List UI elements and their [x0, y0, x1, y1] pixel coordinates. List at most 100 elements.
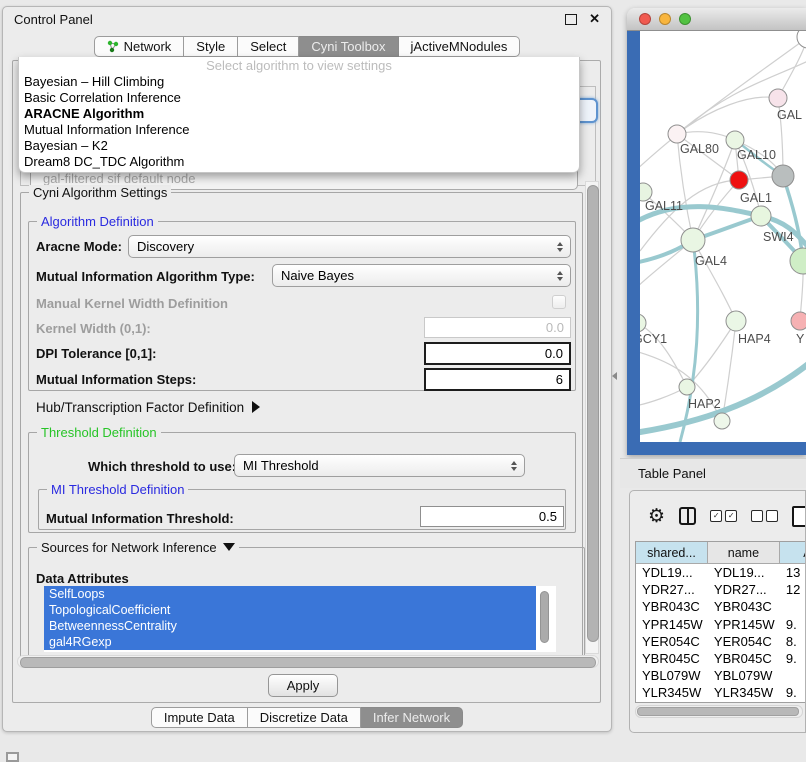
table-row[interactable]: YBR043CYBR043C	[636, 598, 806, 615]
tab-label: Discretize Data	[260, 710, 348, 725]
node-label-swi4: SWI4	[763, 230, 794, 244]
node-hap4[interactable]	[726, 311, 746, 331]
data-attributes-list[interactable]: SelfLoopsTopologicalCoefficientBetweenne…	[44, 586, 556, 652]
settings-horizontal-scrollbar[interactable]	[17, 655, 599, 668]
kernel-width-input: 0.0	[424, 317, 571, 338]
aracne-mode-combo[interactable]: Discovery	[128, 235, 571, 258]
node-gcy1[interactable]	[640, 314, 646, 332]
algorithm-option-mutual-information-inference[interactable]: Mutual Information Inference	[19, 122, 579, 138]
algorithm-definition-title: Algorithm Definition	[37, 214, 158, 229]
column-header-name[interactable]: name	[708, 542, 780, 564]
node-hap2[interactable]	[679, 379, 695, 395]
unchecked-pair-icon[interactable]	[751, 510, 778, 522]
node-gal-pink[interactable]	[769, 89, 787, 107]
table-row[interactable]: YDL19...YDL19...13	[636, 564, 806, 581]
tab-discretize-data[interactable]: Discretize Data	[248, 707, 361, 728]
node-green-1[interactable]	[726, 131, 744, 149]
tab-infer-network[interactable]: Infer Network	[361, 707, 463, 728]
kernel-width-value: 0.0	[546, 320, 564, 335]
node-gal4[interactable]	[681, 228, 705, 252]
tab-label: jActiveMNodules	[411, 39, 508, 54]
table-cell: 8.	[780, 634, 806, 649]
which-threshold-label: Which threshold to use:	[88, 459, 236, 474]
desktop: { "icons": { "close": "✕" }, "window": {…	[0, 0, 806, 762]
zoom-traffic-light-icon[interactable]	[679, 13, 691, 25]
column-header-a[interactable]: A	[780, 542, 806, 564]
table-cell: 12	[780, 582, 806, 597]
close-panel-icon[interactable]: ✕	[589, 14, 600, 24]
node-top[interactable]	[797, 31, 806, 48]
table-cell: YBR045C	[636, 651, 708, 666]
cyni-bottom-tabbar: Impute Data Discretize Data Infer Network	[2, 707, 612, 728]
which-threshold-value: MI Threshold	[243, 458, 319, 473]
node-label-gcy1: GCY1	[640, 332, 667, 346]
table-row[interactable]: YBR045CYBR045C9.	[636, 650, 806, 667]
sources-title[interactable]: Sources for Network Inference	[37, 540, 239, 555]
table-row[interactable]: YBL079WYBL079W	[636, 667, 806, 684]
tab-cyni-toolbox[interactable]: Cyni Toolbox	[299, 36, 398, 57]
node-label-gal80: GAL80	[680, 142, 719, 156]
table-row[interactable]: YDR27...YDR27...12	[636, 581, 806, 598]
column-header-shared[interactable]: shared...	[636, 542, 708, 564]
apply-button[interactable]: Apply	[268, 674, 338, 697]
node-label-gal: GAL	[777, 108, 802, 122]
mi-algorithm-type-combo[interactable]: Naive Bayes	[272, 264, 571, 287]
table-cell: YBL079W	[708, 668, 780, 683]
settings-vertical-scrollbar[interactable]	[585, 181, 599, 654]
node-gal80[interactable]	[668, 125, 686, 143]
table-row[interactable]: YIL053CYIL053C9.	[636, 702, 806, 704]
tab-network[interactable]: Network	[94, 36, 185, 57]
table-horizontal-scrollbar[interactable]	[635, 705, 803, 718]
float-panel-icon[interactable]	[565, 14, 577, 25]
node-bottom[interactable]	[714, 413, 730, 429]
node-red[interactable]	[730, 171, 748, 189]
node-right-green[interactable]	[790, 248, 806, 274]
algorithm-option-dream8-dc-tdc-algorithm[interactable]: Dream8 DC_TDC Algorithm	[19, 154, 579, 170]
node-swi4[interactable]	[751, 206, 771, 226]
hub-definition-label: Hub/Transcription Factor Definition	[36, 400, 244, 415]
expander-collapsed-icon	[252, 401, 260, 413]
table-row[interactable]: YPR145WYPR145W9.	[636, 616, 806, 633]
attributes-list-scrollbar[interactable]	[540, 591, 549, 643]
table-toolbar: ⚙ ✓✓	[630, 499, 806, 533]
which-threshold-combo[interactable]: MI Threshold	[234, 454, 525, 477]
dpi-tolerance-input[interactable]: 0.0	[424, 342, 571, 365]
minimize-traffic-light-icon[interactable]	[659, 13, 671, 25]
data-attribute-item[interactable]: SelfLoops	[44, 586, 536, 602]
tab-jactivemnodules[interactable]: jActiveMNodules	[399, 36, 521, 57]
data-attribute-item[interactable]: gal4RGexp	[44, 634, 536, 650]
tab-impute-data[interactable]: Impute Data	[151, 707, 248, 728]
control-panel-titlebar: Control Panel ✕	[2, 6, 612, 32]
network-icon	[107, 40, 119, 53]
aracne-mode-label: Aracne Mode:	[36, 239, 122, 254]
data-attribute-item[interactable]: BetweennessCentrality	[44, 618, 536, 634]
node-label-hap4: HAP4	[738, 332, 771, 346]
network-window-titlebar	[627, 8, 806, 31]
mi-algorithm-type-label: Mutual Information Algorithm Type:	[36, 269, 255, 284]
node-label-y: Y	[796, 332, 805, 346]
mi-threshold-input[interactable]: 0.5	[420, 506, 564, 527]
splitter-collapse-icon[interactable]	[612, 372, 617, 380]
algorithm-option-aracne-algorithm[interactable]: ARACNE Algorithm	[19, 106, 579, 122]
checked-pair-icon[interactable]: ✓✓	[710, 510, 737, 522]
node-gray[interactable]	[772, 165, 794, 187]
mi-steps-input[interactable]: 6	[424, 368, 571, 391]
algorithm-option-bayesian-hill-climbing[interactable]: Bayesian – Hill Climbing	[19, 74, 579, 90]
tab-select[interactable]: Select	[238, 36, 299, 57]
gear-icon[interactable]: ⚙	[648, 506, 665, 526]
document-icon[interactable]	[792, 506, 806, 527]
table-row[interactable]: YLR345WYLR345W9.	[636, 684, 806, 701]
network-canvas[interactable]: GALGAL80GAL10GAL1GAL11SWI4GAL4GCY1HAP4YH…	[640, 31, 806, 442]
collapsed-panel-icon[interactable]	[6, 752, 19, 762]
node-y-pink[interactable]	[791, 312, 806, 330]
close-traffic-light-icon[interactable]	[639, 13, 651, 25]
algorithm-option-bayesian-k2[interactable]: Bayesian – K2	[19, 138, 579, 154]
manual-kernel-checkbox[interactable]	[552, 295, 566, 309]
tab-style[interactable]: Style	[184, 36, 238, 57]
algorithm-option-basic-correlation-inference[interactable]: Basic Correlation Inference	[19, 90, 579, 106]
hub-definition-expander[interactable]: Hub/Transcription Factor Definition	[36, 400, 260, 415]
table-cell: YBR043C	[636, 599, 708, 614]
data-attribute-item[interactable]: TopologicalCoefficient	[44, 602, 536, 618]
columns-icon[interactable]	[679, 507, 696, 525]
table-row[interactable]: YER054CYER054C8.	[636, 633, 806, 650]
